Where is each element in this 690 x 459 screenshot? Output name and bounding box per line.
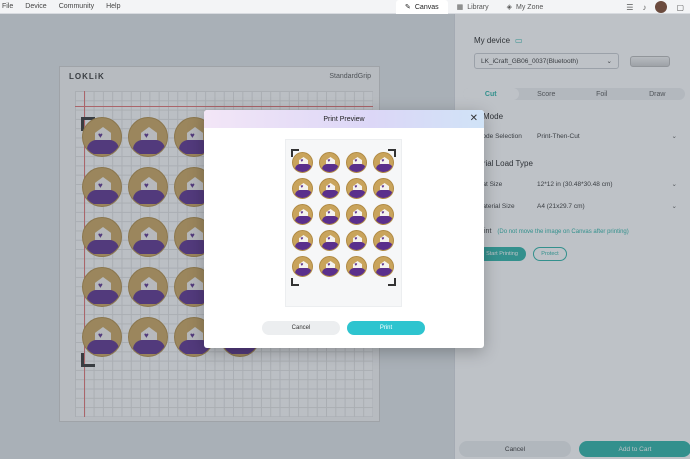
tab-canvas[interactable]: ✎ Canvas	[396, 0, 448, 14]
hands-shape	[349, 242, 366, 250]
menu-help[interactable]: Help	[106, 3, 120, 10]
library-icon: ▦	[456, 4, 464, 11]
tab-my-zone[interactable]: ◈ My Zone	[498, 0, 553, 14]
hands-shape	[295, 268, 312, 276]
hands-shape	[295, 190, 312, 198]
sticker-image: ♥	[346, 152, 367, 173]
print-button[interactable]: Print	[347, 321, 425, 335]
hands-shape	[349, 268, 366, 276]
print-preview-page: ♥ ♥ ♥ ♥ ♥ ♥ ♥ ♥ ♥ ♥ ♥ ♥ ♥ ♥ ♥ ♥ ♥ ♥ ♥ ♥	[285, 139, 402, 307]
sticker-image: ♥	[373, 152, 394, 173]
sticker-image: ♥	[346, 230, 367, 251]
window-controls[interactable]: ▢	[676, 3, 684, 12]
sticker-image: ♥	[319, 230, 340, 251]
canvas-icon: ✎	[405, 4, 411, 11]
hands-shape	[322, 268, 339, 276]
menu-file[interactable]: File	[2, 3, 13, 10]
hands-shape	[349, 216, 366, 224]
toolbar-icons: ☰ ♪ ▢	[626, 0, 684, 14]
sticker-image: ♥	[319, 178, 340, 199]
hands-shape	[376, 164, 393, 172]
hands-shape	[322, 242, 339, 250]
sticker-image: ♥	[373, 256, 394, 277]
sticker-image: ♥	[292, 230, 313, 251]
hands-shape	[376, 190, 393, 198]
bell-icon[interactable]: ♪	[642, 3, 646, 12]
sticker-image: ♥	[292, 256, 313, 277]
registration-mark	[388, 278, 396, 286]
preview-sticker-grid: ♥ ♥ ♥ ♥ ♥ ♥ ♥ ♥ ♥ ♥ ♥ ♥ ♥ ♥ ♥ ♥ ♥ ♥ ♥ ♥	[292, 152, 394, 277]
hands-shape	[295, 164, 312, 172]
sticker-image: ♥	[373, 178, 394, 199]
sticker-image: ♥	[319, 256, 340, 277]
sticker-image: ♥	[292, 178, 313, 199]
close-icon[interactable]: ✕	[470, 113, 478, 125]
hands-shape	[322, 216, 339, 224]
sticker-image: ♥	[346, 204, 367, 225]
dialog-header: Print Preview ✕	[204, 110, 484, 128]
menu-community[interactable]: Community	[59, 3, 94, 10]
hands-shape	[349, 164, 366, 172]
avatar[interactable]	[655, 1, 668, 13]
tab-library[interactable]: ▦ Library	[448, 0, 498, 14]
list-icon[interactable]: ☰	[626, 3, 633, 12]
print-preview-dialog: Print Preview ✕ ♥ ♥ ♥ ♥ ♥ ♥ ♥ ♥ ♥ ♥ ♥ ♥ ♥ ♥ ♥ ♥ ♥ ♥ ♥ ♥ Can…	[204, 110, 484, 348]
sticker-image: ♥	[373, 204, 394, 225]
my-zone-icon: ◈	[506, 4, 513, 11]
dialog-title: Print Preview	[323, 115, 365, 123]
menu-bar: File Device Community Help ✎ Canvas ▦ Li…	[0, 0, 690, 14]
sticker-image: ♥	[292, 152, 313, 173]
sticker-image: ♥	[373, 230, 394, 251]
tab-canvas-label: Canvas	[414, 3, 439, 11]
hands-shape	[295, 216, 312, 224]
app-menu: File Device Community Help	[0, 3, 121, 10]
hands-shape	[349, 190, 366, 198]
registration-mark	[291, 278, 299, 286]
dialog-cancel-button[interactable]: Cancel	[262, 321, 340, 335]
sticker-image: ♥	[292, 204, 313, 225]
sticker-image: ♥	[319, 204, 340, 225]
tab-my-zone-label: My Zone	[516, 3, 544, 11]
hands-shape	[376, 242, 393, 250]
sticker-image: ♥	[346, 178, 367, 199]
hands-shape	[295, 242, 312, 250]
tab-library-label: Library	[467, 3, 489, 11]
sticker-image: ♥	[346, 256, 367, 277]
menu-device[interactable]: Device	[25, 3, 46, 10]
hands-shape	[322, 190, 339, 198]
hands-shape	[376, 268, 393, 276]
sticker-image: ♥	[319, 152, 340, 173]
main-tabs: ✎ Canvas ▦ Library ◈ My Zone	[396, 0, 552, 14]
hands-shape	[376, 216, 393, 224]
hands-shape	[322, 164, 339, 172]
